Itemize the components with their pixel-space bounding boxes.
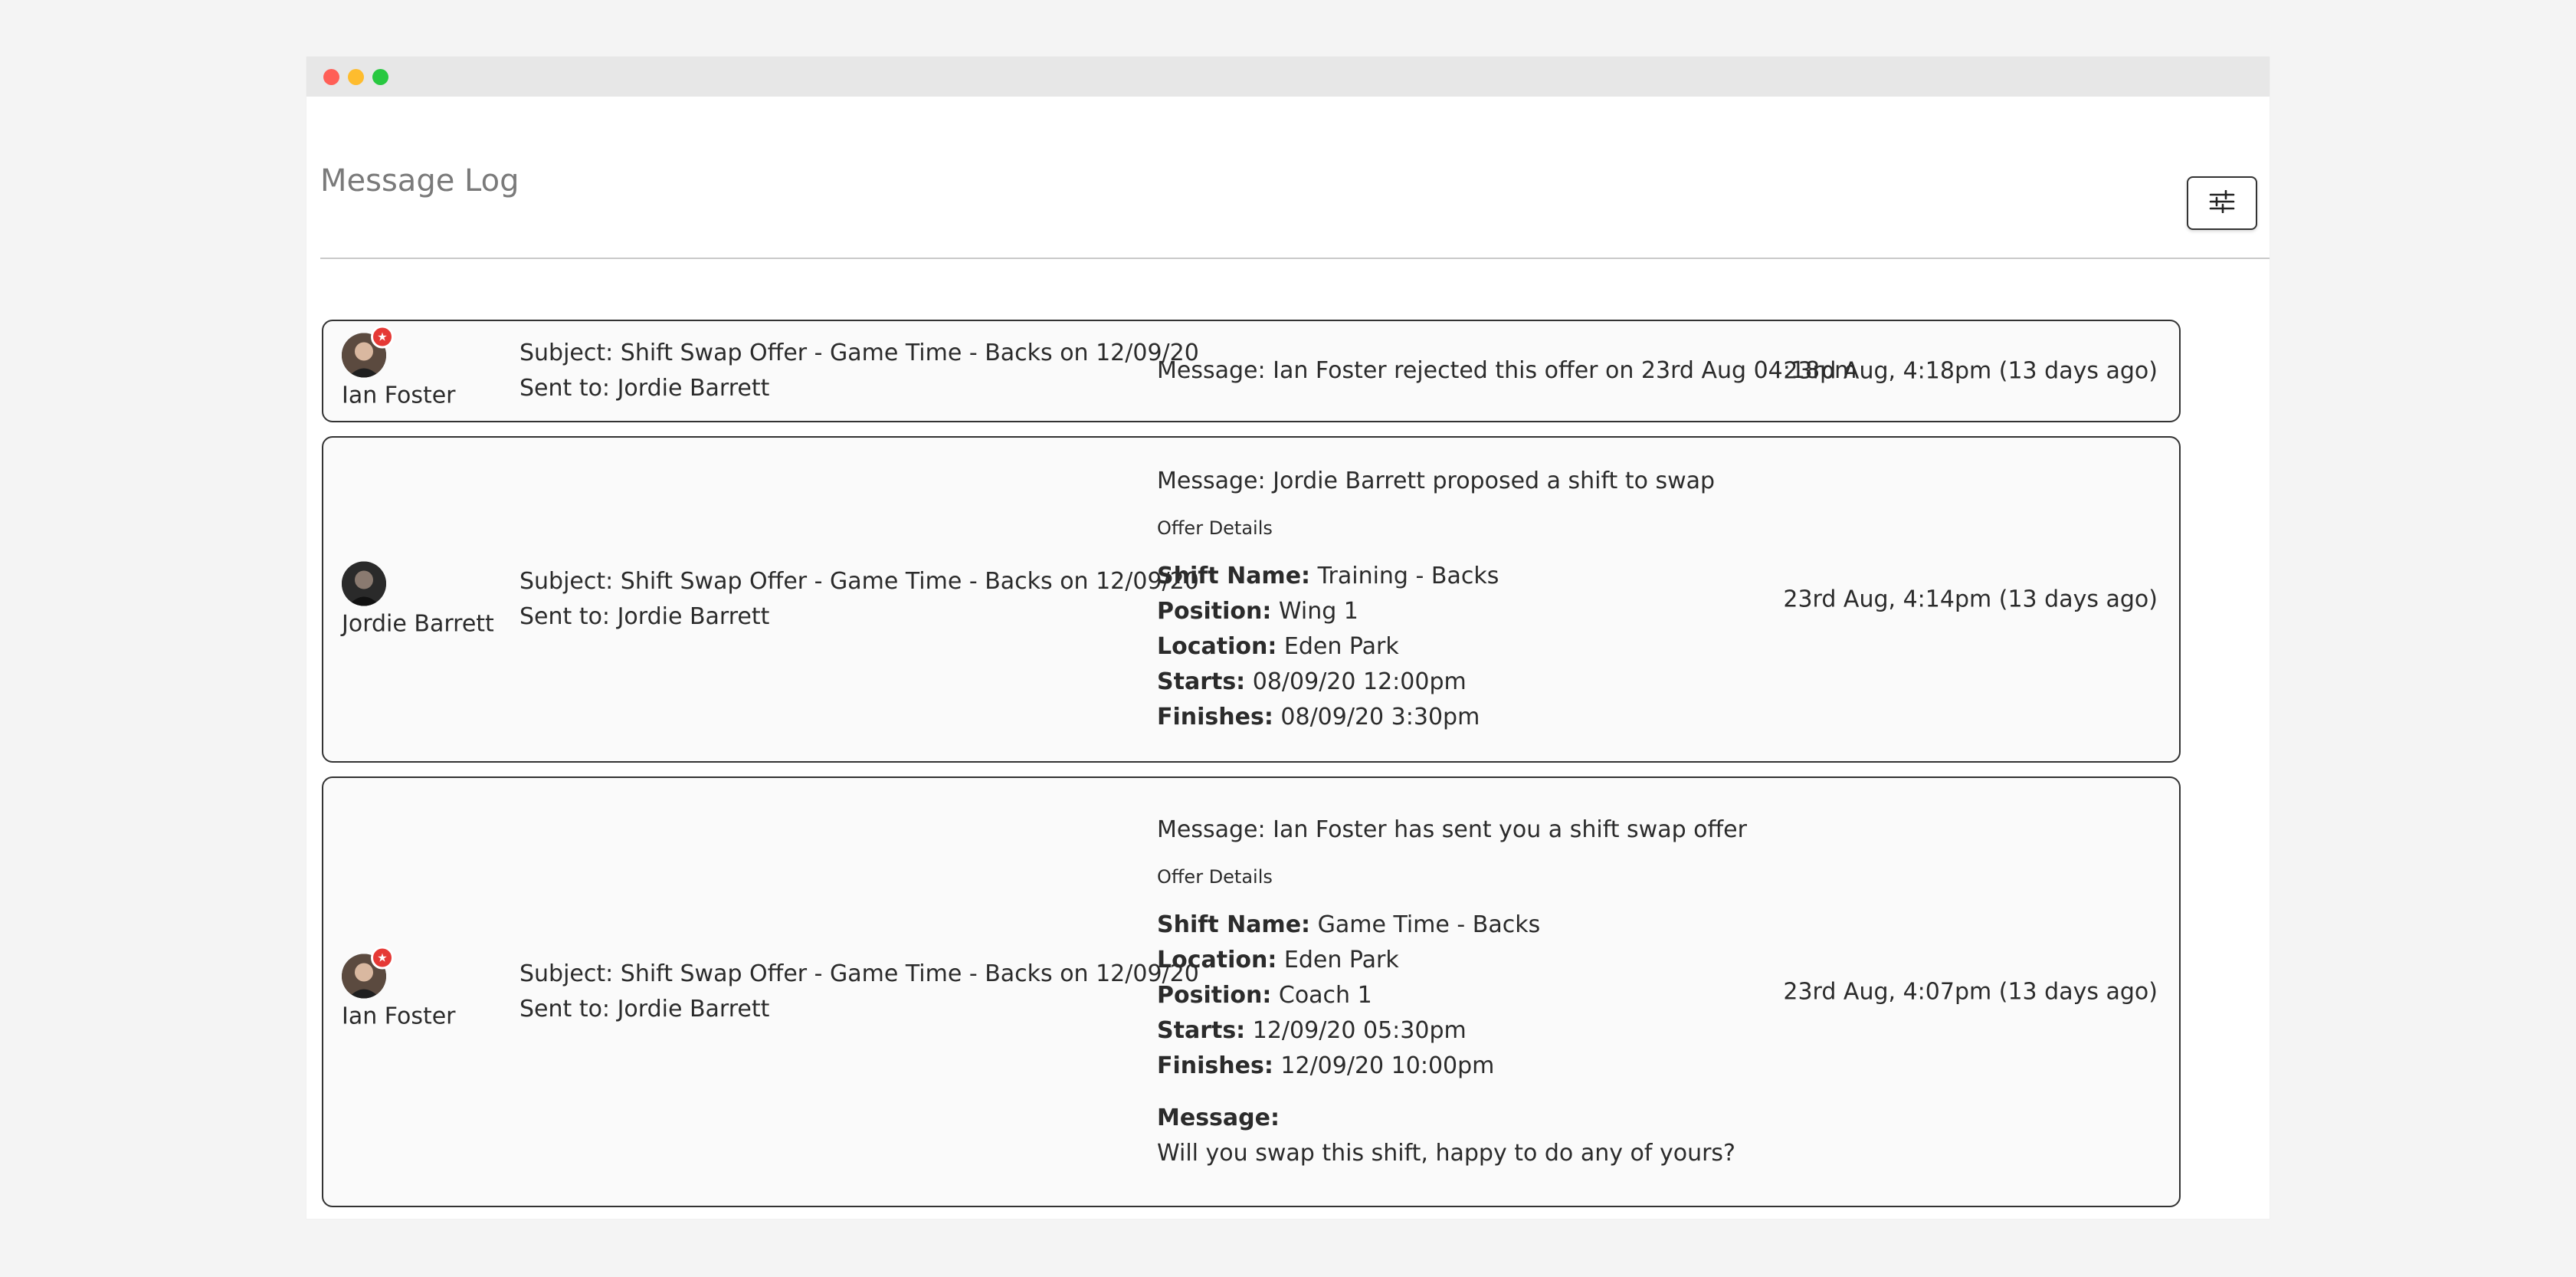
offer-detail-position: Position: Wing 1 xyxy=(1157,598,1358,625)
avatar: ★ xyxy=(342,325,394,378)
log-entry[interactable]: ★ Ian Foster Subject: Shift Swap Offer -… xyxy=(322,776,2181,1207)
app-window: Message Log ★ Ian Foster Subject: Shift … xyxy=(306,57,2270,1219)
entry-timestamp: 23rd Aug, 4:18pm (13 days ago) xyxy=(1783,357,2158,385)
entry-subject-block: Subject: Shift Swap Offer - Game Time - … xyxy=(519,957,1199,1027)
offer-details-title: Offer Details xyxy=(1157,866,1273,888)
entry-sent-to: Sent to: Jordie Barrett xyxy=(519,603,770,630)
entry-author: Jordie Barrett xyxy=(342,561,494,638)
offer-detail-shift-name: Shift Name: Training - Backs xyxy=(1157,563,1499,589)
offer-detail-shift-name: Shift Name: Game Time - Backs xyxy=(1157,911,1541,938)
entry-message: Message: Ian Foster has sent you a shift… xyxy=(1157,816,1747,843)
entry-timestamp: 23rd Aug, 4:07pm (13 days ago) xyxy=(1783,978,2158,1006)
offer-details-title: Offer Details xyxy=(1157,517,1273,539)
avatar xyxy=(342,561,386,606)
entry-message: Message: Ian Foster rejected this offer … xyxy=(1157,357,1857,384)
offer-detail-location: Location: Eden Park xyxy=(1157,633,1399,660)
offer-detail-finishes: Finishes: 08/09/20 3:30pm xyxy=(1157,704,1480,730)
offer-detail-finishes: Finishes: 12/09/20 10:00pm xyxy=(1157,1052,1495,1079)
entry-message-block: Message: Jordie Barrett proposed a shift… xyxy=(1157,464,1715,735)
message-log-list: ★ Ian Foster Subject: Shift Swap Offer -… xyxy=(322,320,2181,1221)
author-name: Ian Foster xyxy=(342,1003,456,1030)
entry-message-block: Message: Ian Foster has sent you a shift… xyxy=(1157,812,1747,1171)
offer-detail-starts: Starts: 08/09/20 12:00pm xyxy=(1157,668,1467,695)
minimize-window-button[interactable] xyxy=(348,69,364,85)
log-entry[interactable]: Jordie Barrett Subject: Shift Swap Offer… xyxy=(322,436,2181,763)
entry-message-block: Message: Ian Foster rejected this offer … xyxy=(1157,353,1857,389)
window-titlebar xyxy=(306,57,2270,97)
entry-subject-block: Subject: Shift Swap Offer - Game Time - … xyxy=(519,564,1199,635)
entry-subject-block: Subject: Shift Swap Offer - Game Time - … xyxy=(519,336,1199,406)
maximize-window-button[interactable] xyxy=(372,69,388,85)
entry-subject: Subject: Shift Swap Offer - Game Time - … xyxy=(519,340,1199,366)
offer-detail-location: Location: Eden Park xyxy=(1157,947,1399,973)
avatar: ★ xyxy=(342,946,394,999)
offer-extra-message: Message: Will you swap this shift, happy… xyxy=(1157,1101,1747,1171)
entry-sent-to: Sent to: Jordie Barrett xyxy=(519,375,770,402)
entry-author: ★ Ian Foster xyxy=(342,325,456,409)
log-entry[interactable]: ★ Ian Foster Subject: Shift Swap Offer -… xyxy=(322,320,2181,422)
entry-message: Message: Jordie Barrett proposed a shift… xyxy=(1157,468,1716,494)
entry-timestamp: 23rd Aug, 4:14pm (13 days ago) xyxy=(1783,586,2158,613)
author-name: Ian Foster xyxy=(342,382,456,409)
star-badge-icon: ★ xyxy=(371,946,394,970)
avatar-image xyxy=(342,561,386,606)
entry-subject: Subject: Shift Swap Offer - Game Time - … xyxy=(519,568,1199,595)
offer-detail-starts: Starts: 12/09/20 05:30pm xyxy=(1157,1017,1467,1044)
author-name: Jordie Barrett xyxy=(342,610,494,638)
entry-sent-to: Sent to: Jordie Barrett xyxy=(519,996,770,1023)
close-window-button[interactable] xyxy=(323,69,339,85)
entry-subject: Subject: Shift Swap Offer - Game Time - … xyxy=(519,960,1199,987)
page-header: Message Log xyxy=(320,97,2270,259)
sliders-icon xyxy=(2209,189,2235,216)
extra-message-label: Message: xyxy=(1157,1105,1280,1131)
star-badge-icon: ★ xyxy=(371,325,394,349)
entry-author: ★ Ian Foster xyxy=(342,946,456,1030)
filter-button[interactable] xyxy=(2187,176,2257,230)
extra-message-text: Will you swap this shift, happy to do an… xyxy=(1157,1140,1735,1167)
offer-detail-position: Position: Coach 1 xyxy=(1157,982,1372,1009)
page-title: Message Log xyxy=(320,163,519,199)
